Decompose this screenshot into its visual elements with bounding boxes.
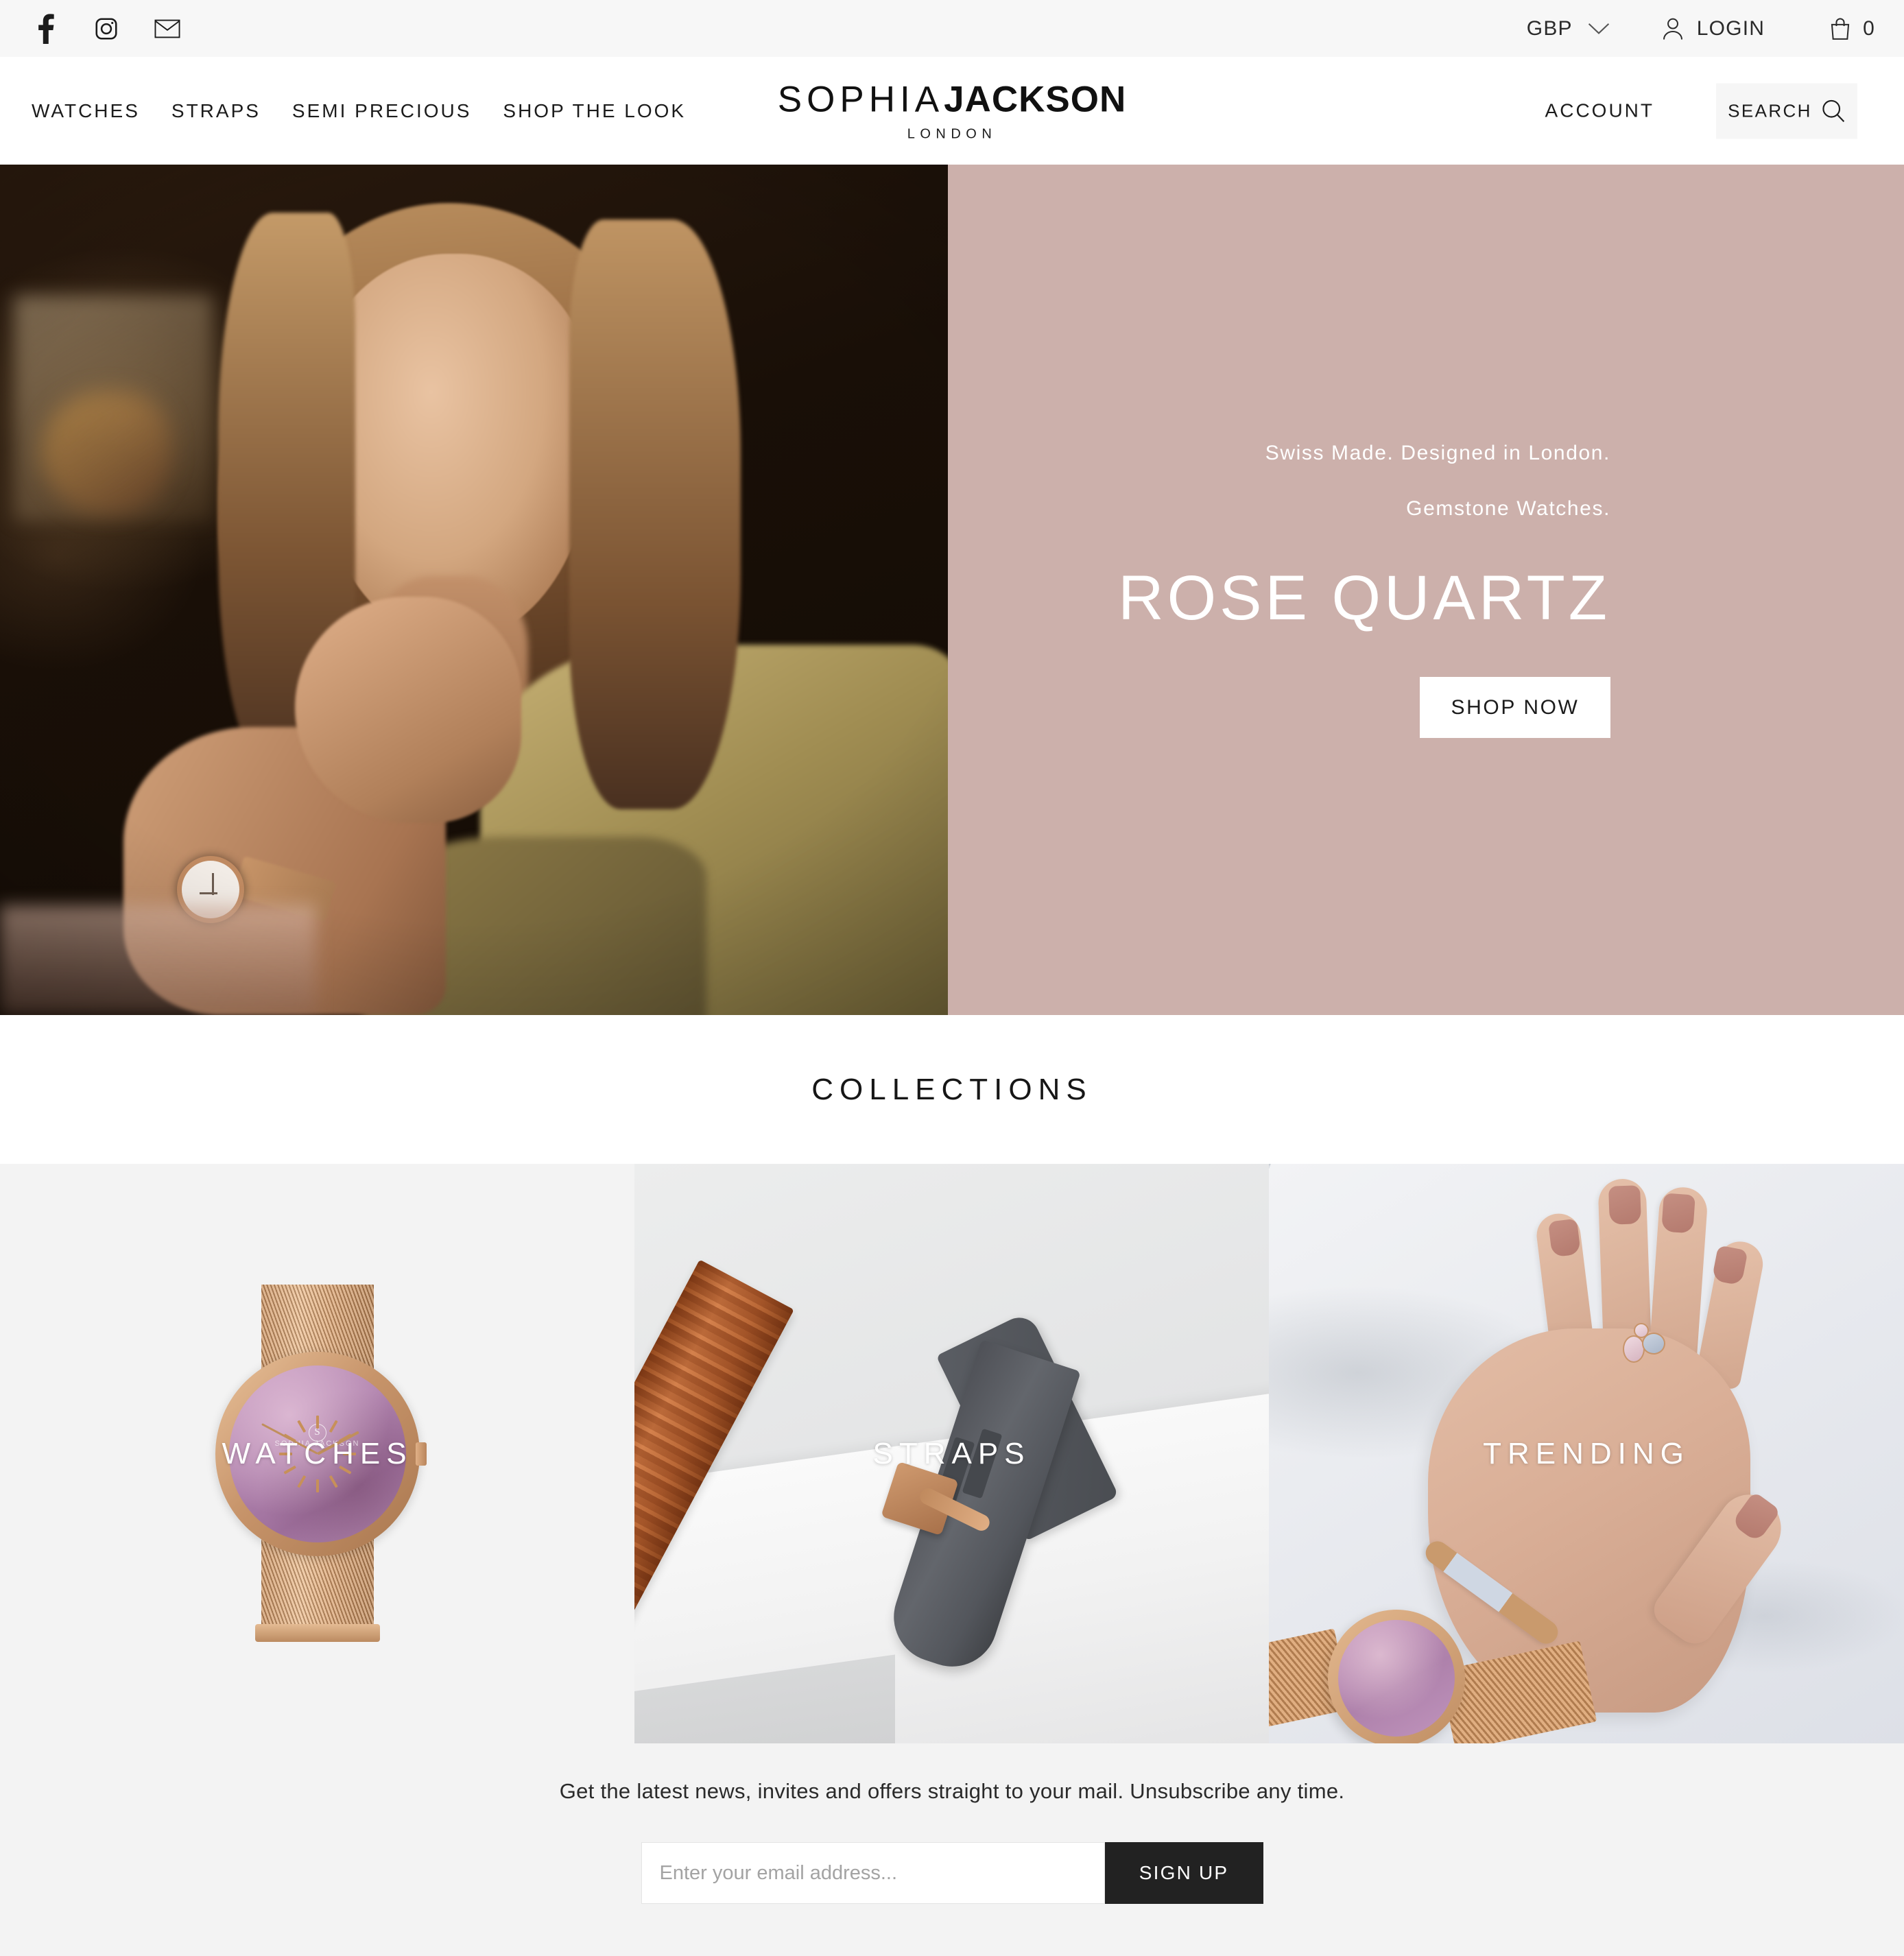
logo-jackson: JACKSON [944, 79, 1127, 119]
hero-banner: Swiss Made. Designed in London. Gemstone… [0, 165, 1904, 1015]
instagram-icon[interactable] [91, 14, 121, 44]
currency-selector[interactable]: GBP [1527, 17, 1610, 40]
login-link[interactable]: LOGIN [1662, 17, 1765, 40]
user-icon [1663, 18, 1682, 40]
email-icon[interactable] [152, 14, 182, 44]
site-logo[interactable]: SOPHIAJACKSON LONDON [778, 81, 1126, 141]
watch-dial: S SOPHIA JACKSON [228, 1365, 406, 1542]
nav-item-watches[interactable]: WATCHES [32, 100, 140, 122]
utility-bar: GBP LOGIN 0 [0, 0, 1904, 57]
email-input[interactable] [641, 1842, 1105, 1904]
nav-item-straps[interactable]: STRAPS [171, 100, 261, 122]
login-label: LOGIN [1696, 16, 1765, 40]
utility-bar-right: GBP LOGIN 0 [1527, 17, 1875, 40]
logo-wordmark: SOPHIAJACKSON [778, 81, 1126, 117]
logo-sophia: SOPHIA [777, 79, 944, 119]
nav-right-group: ACCOUNT SEARCH [1545, 83, 1857, 139]
collections-grid: S SOPHIA JACKSON WATCHES STRAPS TRENDING [0, 1164, 1904, 1743]
collection-tile-straps[interactable]: STRAPS [634, 1164, 1269, 1743]
logo-subtitle: LONDON [907, 126, 997, 141]
search-label: SEARCH [1728, 100, 1812, 121]
account-link[interactable]: ACCOUNT [1545, 100, 1654, 122]
hero-tagline-1: Swiss Made. Designed in London. [1265, 442, 1610, 464]
sign-up-button[interactable]: SIGN UP [1104, 1842, 1263, 1904]
search-button[interactable]: SEARCH [1716, 83, 1857, 139]
collections-heading: COLLECTIONS [811, 1072, 1093, 1106]
hero-title: ROSE QUARTZ [1118, 563, 1610, 633]
collection-tile-trending[interactable]: TRENDING [1269, 1164, 1904, 1743]
gemstone-rings [1619, 1323, 1669, 1363]
model-hand [1428, 1328, 1750, 1713]
primary-nav: WATCHES STRAPS SEMI PRECIOUS SHOP THE LO… [0, 100, 717, 122]
hero-tagline-2: Gemstone Watches. [1406, 497, 1610, 520]
trending-watch [1328, 1610, 1465, 1743]
watch-case: S SOPHIA JACKSON [215, 1351, 427, 1556]
currency-value: GBP [1526, 16, 1573, 40]
newsletter-section: Get the latest news, invites and offers … [0, 1743, 1904, 1956]
main-navigation: WATCHES STRAPS SEMI PRECIOUS SHOP THE LO… [0, 57, 1904, 165]
newsletter-form: SIGN UP [0, 1842, 1904, 1904]
chevron-down-icon [1588, 23, 1609, 34]
hero-text-panel: Swiss Made. Designed in London. Gemstone… [948, 165, 1904, 1015]
shop-now-button[interactable]: SHOP NOW [1420, 677, 1610, 738]
cart-count: 0 [1863, 16, 1875, 40]
cart-link[interactable]: 0 [1829, 17, 1875, 40]
collections-header: COLLECTIONS [0, 1015, 1904, 1164]
search-icon [1822, 99, 1845, 122]
collection-tile-watches[interactable]: S SOPHIA JACKSON WATCHES [0, 1164, 634, 1743]
newsletter-description: Get the latest news, invites and offers … [559, 1779, 1345, 1803]
social-links [30, 13, 182, 44]
nav-item-semi-precious[interactable]: SEMI PRECIOUS [292, 100, 471, 122]
hero-model-photo [0, 165, 948, 1015]
shopping-bag-icon [1831, 17, 1850, 40]
facebook-icon[interactable] [30, 13, 60, 44]
nav-item-shop-the-look[interactable]: SHOP THE LOOK [503, 100, 686, 122]
